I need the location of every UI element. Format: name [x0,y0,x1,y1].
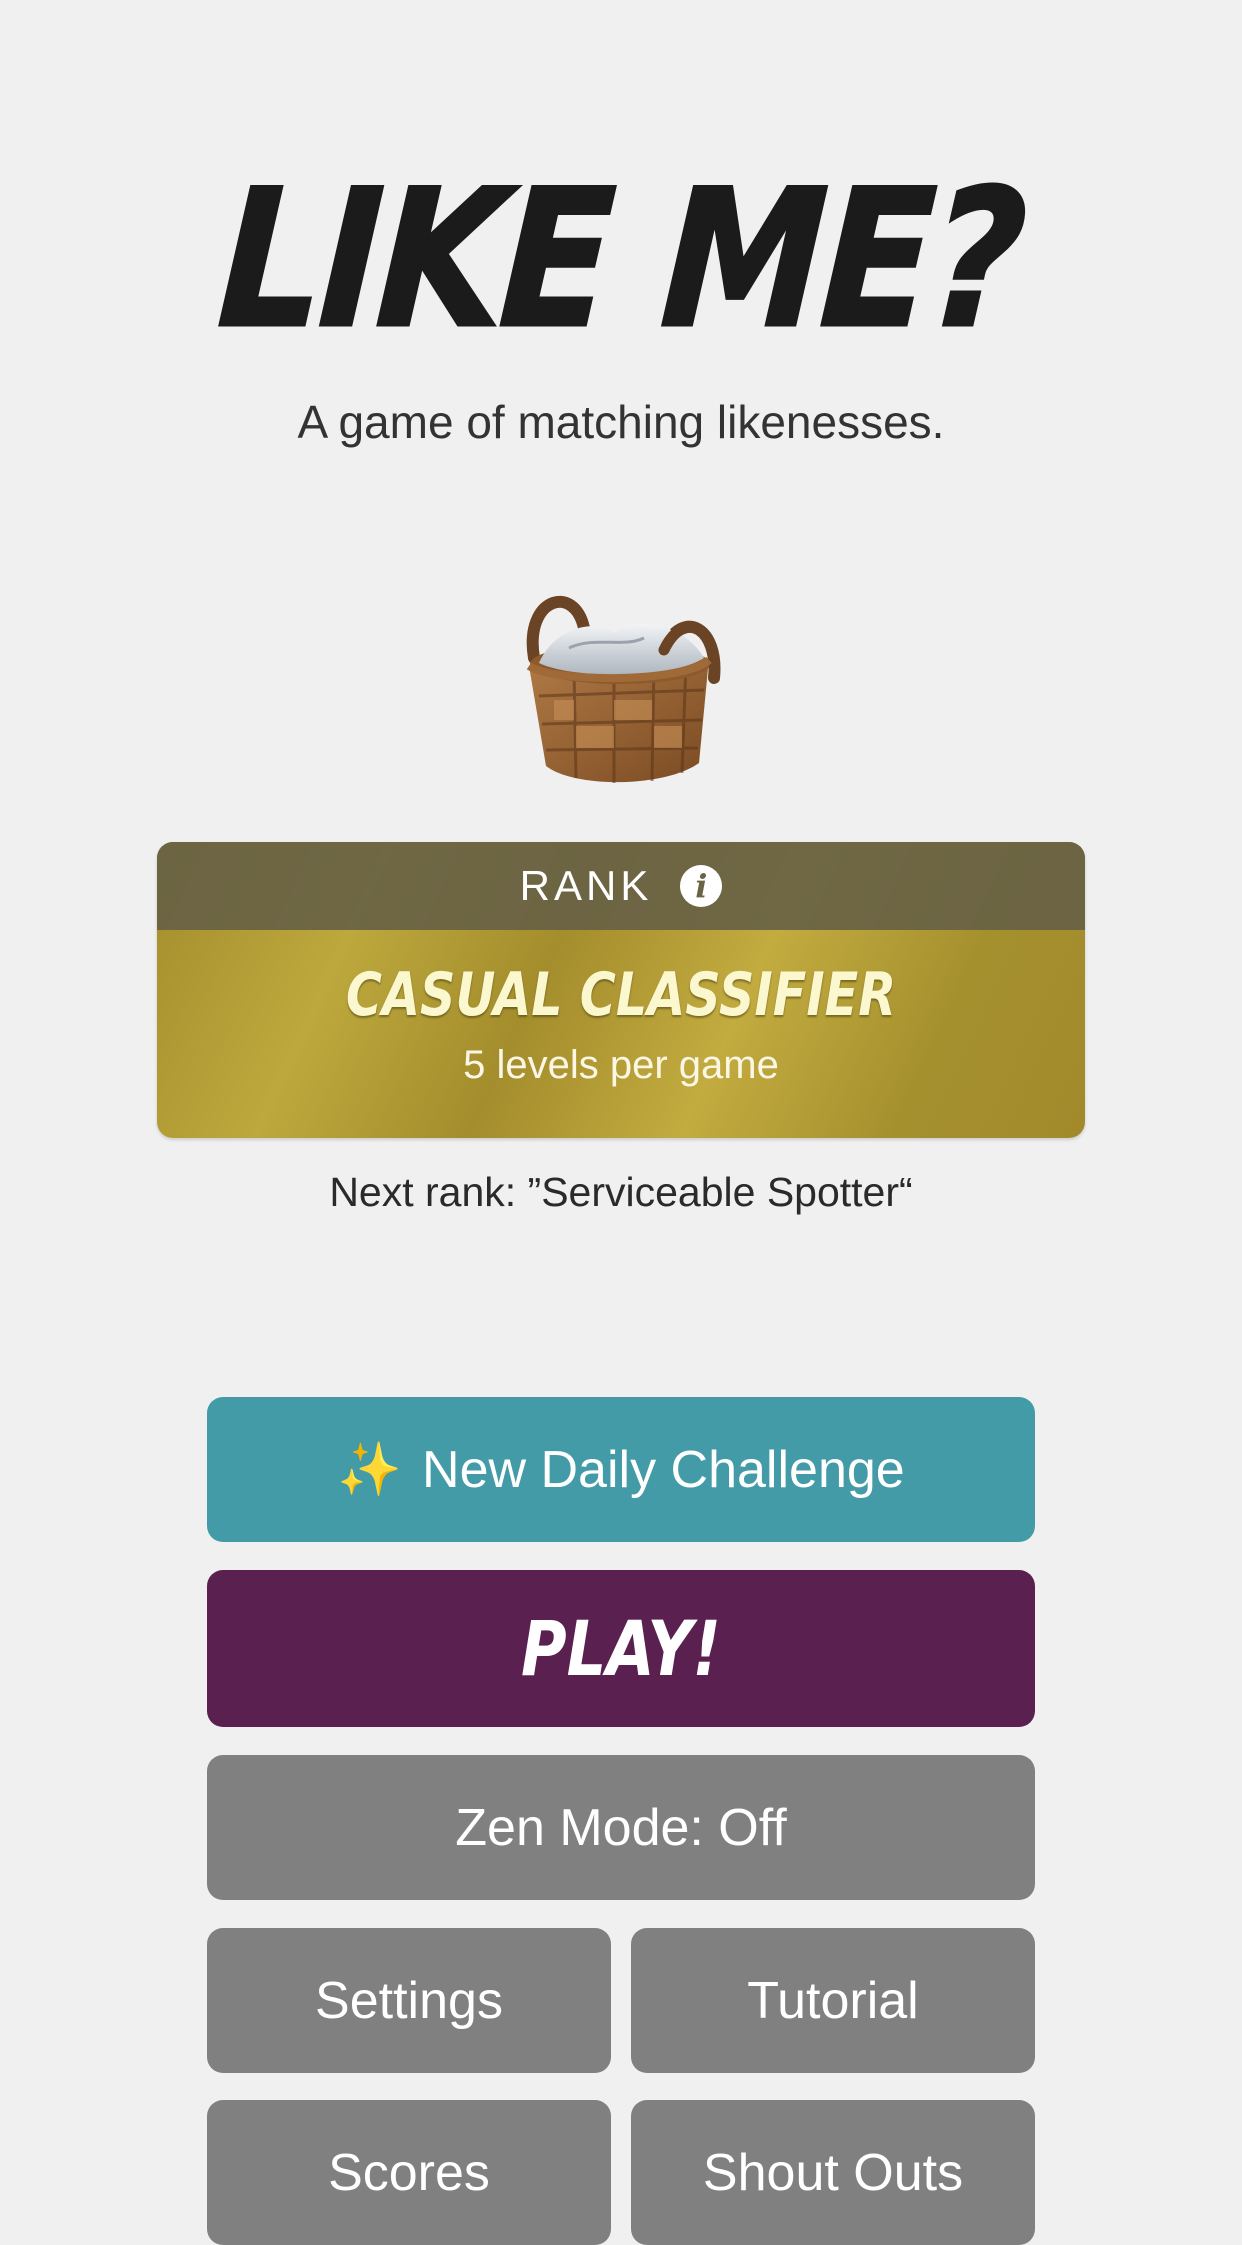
zen-mode-label: Zen Mode: Off [455,1798,787,1857]
next-rank-text: Next rank: ”Serviceable Spotter“ [329,1169,913,1215]
tutorial-label: Tutorial [747,1971,919,2030]
basket-icon [526,595,721,783]
rank-card: RANK i CASUAL CLASSIFIER 5 levels per ga… [157,842,1085,1138]
page-title: LIKE ME? [212,148,1030,372]
page-subtitle: A game of matching likenesses. [297,396,945,448]
daily-challenge-button[interactable]: ✨ New Daily Challenge [207,1397,1035,1542]
rank-header: RANK i [157,842,1085,930]
zen-mode-button[interactable]: Zen Mode: Off [207,1755,1035,1900]
shout-outs-label: Shout Outs [702,2143,964,2202]
play-label: PLAY! [520,1604,722,1693]
rank-title: CASUAL CLASSIFIER [345,960,897,1030]
play-button[interactable]: PLAY! [207,1570,1035,1727]
rank-levels: 5 levels per game [463,1043,779,1087]
scores-button[interactable]: Scores [207,2100,611,2245]
shout-outs-button[interactable]: Shout Outs [631,2100,1035,2245]
rank-label: RANK [519,862,653,909]
settings-label: Settings [315,1971,503,2030]
tutorial-button[interactable]: Tutorial [631,1928,1035,2073]
scores-label: Scores [328,2143,490,2202]
sparkles-icon: ✨ [337,1441,403,1499]
info-icon[interactable]: i [680,865,723,907]
daily-challenge-label: New Daily Challenge [422,1440,905,1499]
settings-button[interactable]: Settings [207,1928,611,2073]
